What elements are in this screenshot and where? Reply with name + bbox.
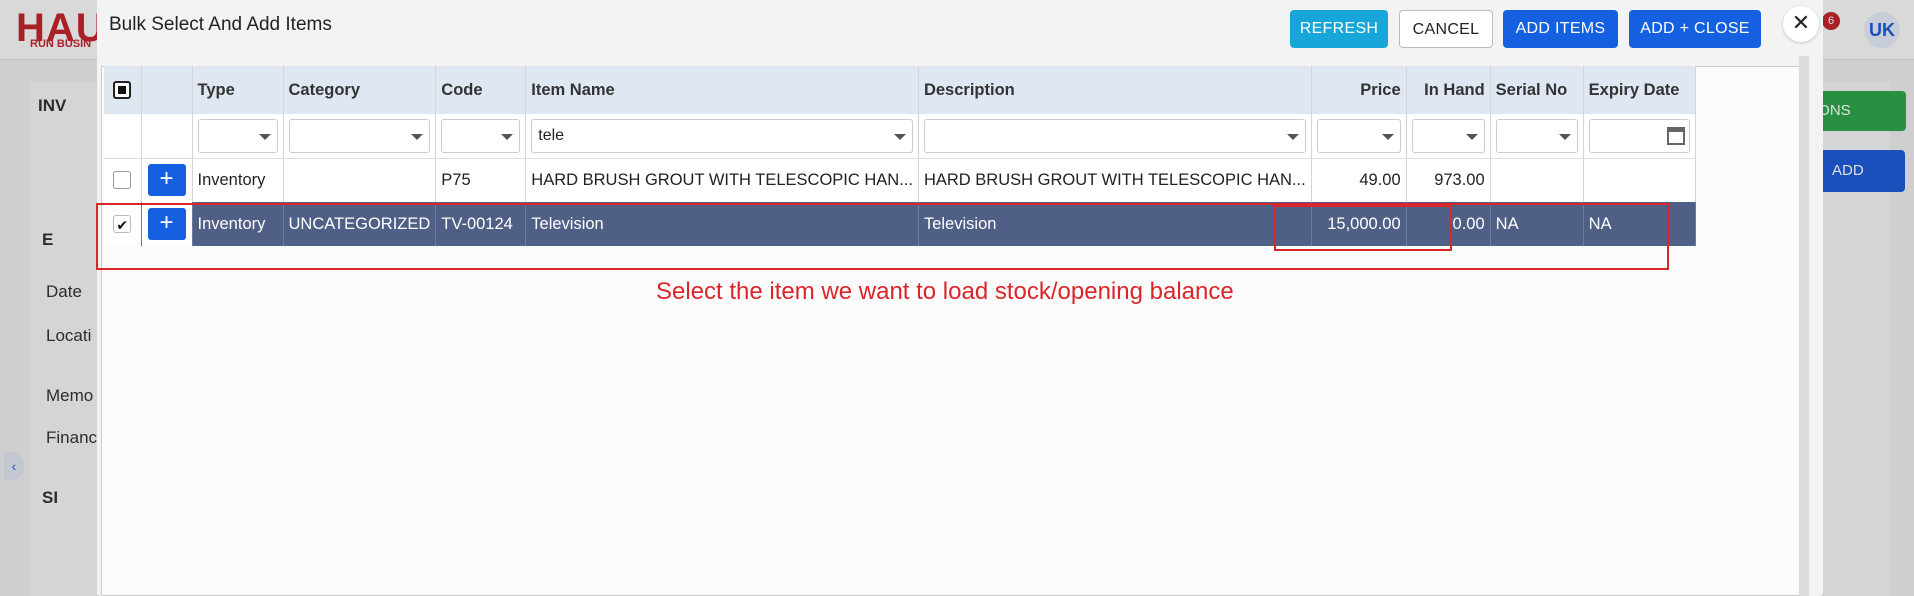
select-all-checkbox[interactable] [113,81,132,100]
add-close-button[interactable]: ADD + CLOSE [1629,10,1761,48]
add-column-header [141,66,193,114]
column-header-in-hand[interactable]: In Hand [1406,66,1491,114]
cell-code: P75 [435,158,527,202]
item-name-filter-value: tele [538,126,565,144]
modal-title: Bulk Select And Add Items [109,14,332,35]
filter-row: tele [104,114,1696,159]
category-filter[interactable] [288,118,431,153]
cell-expiry-date [1583,158,1696,202]
price-inhand-highlight-box [1274,205,1452,251]
close-icon[interactable]: ✕ [1783,6,1819,42]
add-row-button[interactable]: + [147,164,186,197]
chevron-down-icon [501,133,514,140]
serial-no-filter[interactable] [1495,118,1578,153]
refresh-button[interactable]: REFRESH [1290,10,1388,48]
column-header-category[interactable]: Category [283,66,437,114]
code-filter[interactable] [441,118,521,153]
chevron-down-icon [1558,133,1571,140]
cancel-button[interactable]: CANCEL [1399,10,1493,48]
chevron-down-icon [893,133,906,140]
select-all-cell[interactable] [104,66,142,114]
add-items-button[interactable]: ADD ITEMS [1503,10,1618,48]
cell-type: Inventory [192,158,284,202]
modal-scrollbar[interactable] [1799,56,1809,596]
column-header-description[interactable]: Description [918,66,1312,114]
price-filter[interactable] [1316,118,1401,153]
annotation-text: Select the item we want to load stock/op… [656,278,1234,305]
column-header-item-name[interactable]: Item Name [525,66,919,114]
cell-serial-no [1490,158,1584,202]
column-header-type[interactable]: Type [192,66,284,114]
cell-description: HARD BRUSH GROUT WITH TELESCOPIC HAN... [918,158,1312,202]
calendar-icon[interactable] [1666,126,1685,145]
column-header-code[interactable]: Code [435,66,527,114]
chevron-down-icon [1381,133,1394,140]
column-header-expiry-date[interactable]: Expiry Date [1583,66,1696,114]
cell-price: 49.00 [1311,158,1407,202]
item-name-filter[interactable]: tele [531,118,913,153]
chevron-down-icon [411,133,424,140]
column-header-serial-no[interactable]: Serial No [1490,66,1584,114]
cell-category [283,158,437,202]
chevron-down-icon [1465,133,1478,140]
table-row[interactable]: + Inventory P75 HARD BRUSH GROUT WITH TE… [104,158,1696,202]
expiry-date-filter[interactable] [1588,118,1690,153]
row-checkbox[interactable] [113,171,132,190]
chevron-down-icon [258,133,271,140]
column-header-price[interactable]: Price [1311,66,1407,114]
chevron-down-icon [1286,133,1299,140]
cell-item-name: HARD BRUSH GROUT WITH TELESCOPIC HAN... [525,158,919,202]
type-filter[interactable] [197,118,278,153]
in-hand-filter[interactable] [1411,118,1485,153]
cell-in-hand: 973.00 [1406,158,1491,202]
description-filter[interactable] [923,118,1306,153]
